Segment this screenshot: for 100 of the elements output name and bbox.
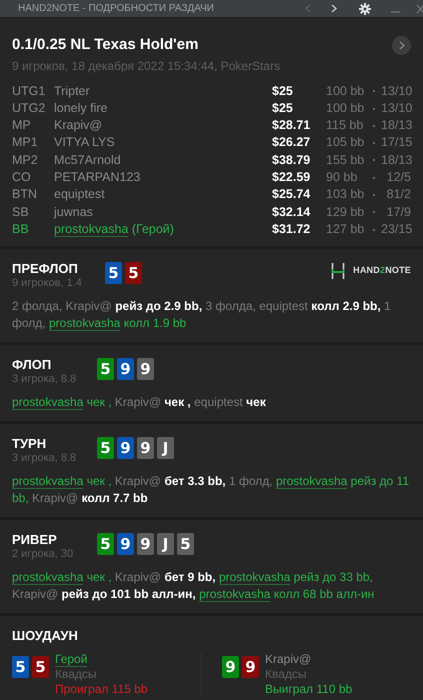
position-label: BTN — [12, 186, 38, 204]
stack-bb: 155 bb — [326, 152, 366, 169]
position-label: MP1 — [12, 134, 39, 152]
player-name: equiptest — [54, 186, 106, 204]
position-label: UTG2 — [12, 100, 46, 117]
stack-bb: 105 bb — [326, 134, 366, 152]
position-label: UTG1 — [12, 82, 46, 100]
playing-card: 5 — [177, 533, 194, 556]
player-stats: 81/2 — [386, 186, 411, 204]
playing-card: 9 — [117, 437, 134, 460]
stack-amount: $26.27 — [272, 134, 312, 152]
playing-card: 5 — [125, 262, 142, 284]
window-title: HAND2NOTE - ПОДРОБНОСТИ РАЗДАЧИ — [18, 2, 214, 16]
player-link[interactable]: prostokvasha — [12, 395, 84, 410]
player-link[interactable]: prostokvasha — [276, 474, 348, 490]
stack-bb: 127 bb — [326, 220, 366, 238]
playing-card: 5 — [32, 656, 49, 678]
position-label: CO — [12, 168, 32, 186]
hand-title: 0.1/0.25 NL Texas Hold'em — [12, 35, 200, 55]
player-link[interactable]: prostokvasha — [12, 570, 84, 586]
street-info: 3 игрока, 8.8 — [12, 452, 78, 466]
settings-button[interactable] — [359, 2, 371, 14]
stack-amount: $25.74 — [272, 186, 312, 204]
player-link[interactable]: prostokvasha — [48, 316, 120, 332]
player-link[interactable]: prostokvasha — [12, 474, 84, 490]
stack-bb: 103 bb — [326, 186, 366, 204]
hero-label: (Герой) — [132, 222, 174, 236]
stack-amount: $28.71 — [272, 117, 312, 134]
player-stats: 17/15 — [381, 134, 411, 152]
player-name: Krapiv@ — [54, 117, 104, 134]
hand-rank: Квадсы — [265, 667, 308, 682]
chevron-icon — [398, 41, 404, 50]
action-text: prostokvasha чек , Krapiv@ чек , equiptest чек — [12, 394, 267, 412]
player-link[interactable]: prostokvasha — [218, 570, 290, 586]
player-name: lonely fire — [54, 100, 108, 117]
playing-card: 9 — [242, 656, 259, 678]
playing-card: J — [157, 437, 174, 460]
playing-card: 9 — [137, 358, 154, 380]
showdown-title: ШОУДАУН — [12, 628, 79, 644]
stack-amount: $25 — [272, 100, 294, 117]
player-stats: 23/15 — [381, 220, 411, 238]
forward-button[interactable] — [331, 4, 337, 13]
playing-card: J — [157, 533, 174, 556]
stack-bb: 100 bb — [326, 82, 366, 100]
next-button[interactable] — [392, 36, 411, 55]
stack-bb: 129 bb — [326, 204, 366, 221]
player-stats: 18/13 — [381, 152, 411, 169]
player-link[interactable]: prostokvasha — [54, 222, 128, 237]
player-name: Tripter — [54, 82, 91, 100]
player-name: juwnas — [54, 204, 94, 221]
stack-amount: $32.14 — [272, 204, 312, 221]
player-stats: 18/13 — [381, 117, 411, 134]
hand-subtitle: 9 игроков, 18 декабря 2022 15:34:44, PokerStars — [12, 58, 282, 74]
street-info: 2 игрока, 30 — [12, 548, 74, 562]
player-name: PETARPAN123 — [54, 168, 142, 186]
street-info: 3 игрока, 8.8 — [12, 373, 78, 386]
position-label: BB — [12, 220, 30, 238]
logo-icon — [331, 263, 346, 280]
playing-card: 5 — [105, 262, 122, 284]
hand-rank: Квадсы — [55, 667, 98, 682]
street-name: ФЛОП — [12, 357, 52, 374]
position-label: MP2 — [12, 152, 39, 169]
playing-card: 9 — [222, 656, 239, 678]
player-stats: 17/9 — [386, 204, 411, 221]
playing-card: 5 — [97, 437, 114, 460]
stack-bb: 115 bb — [326, 117, 364, 134]
position-label: MP — [12, 117, 32, 134]
playing-card: 9 — [137, 437, 154, 460]
stack-bb: 90 bb — [326, 168, 358, 186]
street-name: ТУРН — [12, 436, 48, 452]
stack-amount: $31.72 — [272, 220, 312, 238]
playing-card: 5 — [97, 358, 114, 380]
action-text: prostokvasha чек , Krapiv@ бет 9 bb, prostokvasha рейз до 33 bb, Krapiv@ рейз до 101 bb алл-ин, prostokvasha колл 68 bb алл-ин — [12, 569, 376, 604]
player-link[interactable]: Герой — [55, 652, 88, 668]
action-text: prostokvasha чек , Krapiv@ бет 3.3 bb, 1 фолд, prostokvasha рейз до 11 bb, Krapiv@ колл 7.7 bb — [12, 473, 410, 508]
result-text: Выиграл 110 bb — [265, 682, 352, 698]
player-name: Krapiv@ — [265, 652, 312, 666]
close-button[interactable] — [416, 4, 423, 14]
player-name: VITYA LYS — [54, 134, 116, 152]
stack-bb: 100 bb — [326, 100, 366, 117]
playing-card: 5 — [12, 656, 29, 678]
player-stats: 12/5 — [386, 168, 411, 186]
street-name: РИВЕР — [12, 532, 58, 548]
player-name: Mc57Arnold — [54, 152, 122, 169]
player-stats: 13/10 — [381, 100, 411, 117]
playing-card: 9 — [117, 533, 134, 556]
playing-card: 5 — [97, 533, 114, 556]
stack-amount: $22.59 — [272, 168, 312, 186]
logo-text: HAND2NOTE — [353, 264, 411, 278]
playing-card: 9 — [117, 358, 134, 380]
street-info: 9 игроков, 1.4 — [12, 277, 83, 290]
action-text: 2 фолда, Krapiv@ рейз до 2.9 bb, 3 фолда, equiptest колл 2.9 bb, 1 фолд, prostokvasha колл 1.9 bb — [12, 298, 392, 332]
player-link[interactable]: prostokvasha — [199, 587, 270, 602]
player-stats: 13/10 — [381, 82, 411, 100]
position-label: SB — [12, 204, 30, 221]
street-name: ПРЕФЛОП — [12, 261, 79, 278]
stack-amount: $38.79 — [272, 152, 312, 169]
result-text: Проиграл 115 bb — [55, 682, 148, 698]
playing-card: 9 — [137, 533, 154, 556]
stack-amount: $25 — [272, 82, 294, 100]
